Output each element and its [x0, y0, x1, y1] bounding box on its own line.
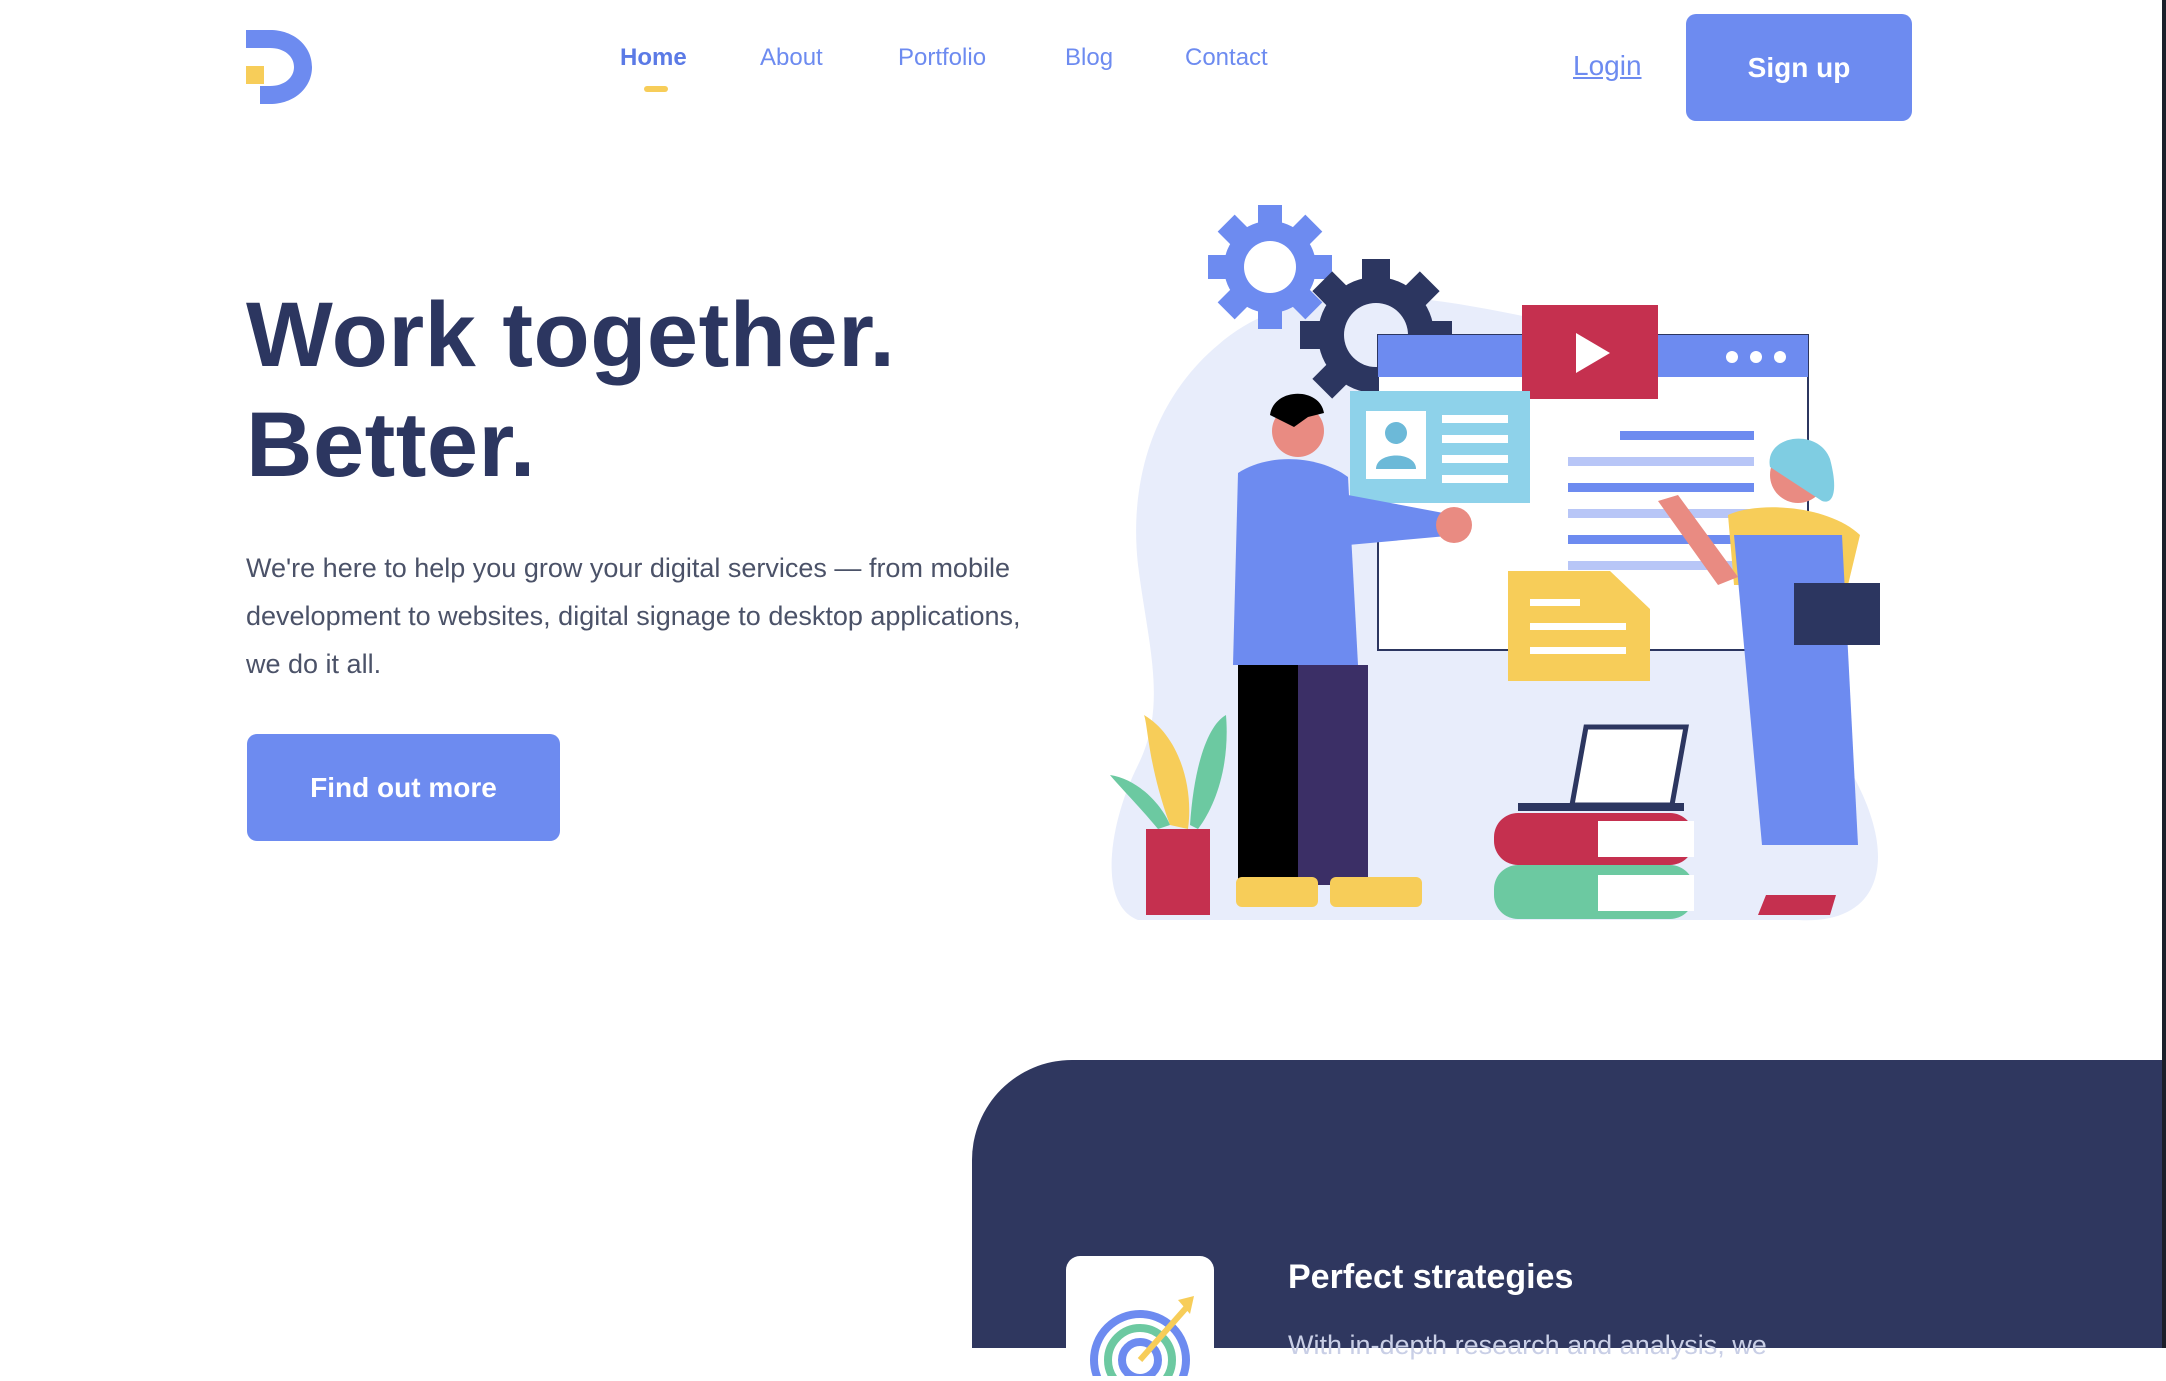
feature-text: With in-depth research and analysis, we — [1288, 1330, 1767, 1360]
nav-item-portfolio[interactable]: Portfolio — [898, 44, 986, 72]
nav-item-blog[interactable]: Blog — [1065, 44, 1113, 72]
nav-item-home[interactable]: Home — [620, 44, 687, 92]
profile-card — [1350, 391, 1530, 503]
hero-title: Work together. Better. — [246, 280, 1066, 500]
feature-icon-card — [1066, 1256, 1214, 1381]
nav-item-label: Home — [620, 44, 687, 71]
active-indicator — [644, 86, 668, 92]
nav-item-about[interactable]: About — [760, 44, 823, 72]
nav-item-contact[interactable]: Contact — [1185, 44, 1268, 72]
find-out-more-button[interactable]: Find out more — [247, 734, 560, 841]
hero-description: We're here to help you grow your digital… — [246, 553, 1021, 679]
feature-title: Perfect strategies — [1288, 1258, 1574, 1296]
play-video-icon — [1522, 305, 1658, 399]
hero-title-line-1: Work together. — [246, 284, 896, 386]
login-link[interactable]: Login — [1573, 50, 1642, 82]
hero-title-line-2: Better. — [246, 394, 536, 496]
brand-logo-icon[interactable] — [246, 30, 312, 104]
gear-blue-icon — [1208, 205, 1332, 329]
signup-button[interactable]: Sign up — [1686, 14, 1912, 121]
target-icon — [1090, 1296, 1194, 1381]
window-edge — [2162, 0, 2166, 1348]
team-collaboration-illustration — [1110, 205, 1880, 921]
